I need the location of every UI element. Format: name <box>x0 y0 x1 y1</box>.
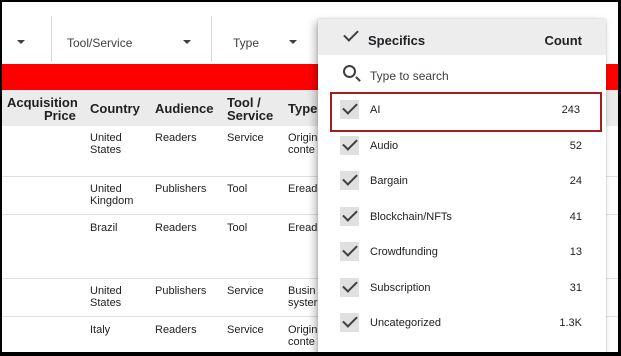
checkbox[interactable] <box>340 241 359 261</box>
search-icon <box>343 65 356 78</box>
search-placeholder: Type to search <box>370 69 449 83</box>
cell-type-line2: conte <box>288 144 315 156</box>
cell-type: Origin <box>288 324 318 336</box>
checkbox[interactable] <box>340 170 359 190</box>
cell-tool-service: Service <box>227 132 264 144</box>
checkbox[interactable] <box>340 99 359 119</box>
check-icon <box>342 170 358 186</box>
cell-audience: Readers <box>155 132 197 144</box>
item-count: 24 <box>569 175 582 187</box>
cell-audience: Readers <box>155 324 197 336</box>
dropdown-title: Specifics <box>368 33 426 48</box>
col-header-country[interactable]: Country <box>90 102 140 115</box>
specifics-item-uncategorized[interactable]: Uncategorized 1.3K <box>318 305 606 341</box>
cell-audience: Publishers <box>155 285 207 297</box>
cell-audience: Publishers <box>155 183 207 195</box>
item-count: 31 <box>569 282 582 294</box>
filter-label: Tool/Service <box>67 36 133 50</box>
specifics-item-blockchain-nfts[interactable]: Blockchain/NFTs 41 <box>318 199 606 235</box>
cell-type-line2: conte <box>288 336 315 348</box>
check-icon <box>342 135 358 151</box>
item-label: Audio <box>370 140 399 152</box>
cell-country-line2: Kingdom <box>90 195 134 207</box>
check-icon <box>342 99 358 115</box>
cell-type: Eread <box>288 183 318 195</box>
filter-dropdown-tool-service[interactable]: Tool/Service <box>52 16 212 62</box>
count-header[interactable]: Count <box>544 33 582 48</box>
checkbox[interactable] <box>340 135 359 155</box>
cell-type: Eread <box>288 222 318 234</box>
cell-type: Busin <box>288 285 316 297</box>
item-count: 41 <box>569 211 582 223</box>
cell-country-line2: States <box>90 144 122 156</box>
cell-country: United <box>90 183 122 195</box>
item-count: 243 <box>561 104 580 116</box>
specifics-item-bargain[interactable]: Bargain 24 <box>318 163 606 199</box>
cell-tool-service: Service <box>227 324 264 336</box>
filter-dropdown-type[interactable]: Type <box>212 16 318 62</box>
cell-tool-service: Service <box>227 285 264 297</box>
cell-country: United <box>90 132 122 144</box>
item-count: 13 <box>569 246 582 258</box>
cell-country: United <box>90 285 122 297</box>
search-input[interactable]: Type to search <box>318 63 606 89</box>
checkbox[interactable] <box>340 277 359 297</box>
cell-country: Brazil <box>90 222 118 234</box>
checkbox[interactable] <box>340 312 359 332</box>
filter-label: Type <box>233 36 260 50</box>
cell-audience: Readers <box>155 222 197 234</box>
item-label: Subscription <box>370 282 431 294</box>
dropdown-header: Specifics Count <box>318 19 606 55</box>
item-label: Crowdfunding <box>370 246 438 258</box>
specifics-item-crowdfunding[interactable]: Crowdfunding 13 <box>318 234 606 270</box>
item-label: Bargain <box>370 175 408 187</box>
item-count: 52 <box>569 140 582 152</box>
col-header-acquisition-price-line2[interactable]: Price <box>44 109 76 122</box>
check-icon <box>342 241 358 257</box>
check-icon <box>342 277 358 293</box>
item-count: 1.3K <box>559 317 582 329</box>
cell-type: Origin <box>288 132 318 144</box>
checkbox[interactable] <box>340 206 359 226</box>
specifics-dropdown: Specifics Count Type to search AI 243 Au… <box>318 19 606 352</box>
cell-tool-service: Tool <box>227 183 248 195</box>
cell-country: Italy <box>90 324 111 336</box>
chevron-down-icon <box>289 40 297 44</box>
select-all-check-icon[interactable] <box>343 26 359 42</box>
item-label: AI <box>370 104 381 116</box>
specifics-item-subscription[interactable]: Subscription 31 <box>318 270 606 306</box>
filter-dropdown-1[interactable] <box>2 16 52 62</box>
col-header-tool-service-line2[interactable]: Service <box>227 109 273 122</box>
cell-type-line2: syster <box>288 297 318 309</box>
cell-country-line2: States <box>90 297 122 309</box>
item-label: Blockchain/NFTs <box>370 211 452 223</box>
specifics-item-audio[interactable]: Audio 52 <box>318 128 606 164</box>
chevron-down-icon <box>17 40 25 44</box>
specifics-item-ai[interactable]: AI 243 <box>330 92 602 132</box>
item-label: Uncategorized <box>370 317 441 329</box>
chevron-down-icon <box>183 40 191 44</box>
app-frame: Tool/Service Type Acquisition Price Coun… <box>2 2 618 352</box>
check-icon <box>342 206 358 222</box>
cell-tool-service: Tool <box>227 222 248 234</box>
check-icon <box>342 312 358 328</box>
col-header-audience[interactable]: Audience <box>155 102 214 115</box>
col-header-type[interactable]: Type <box>288 102 317 115</box>
